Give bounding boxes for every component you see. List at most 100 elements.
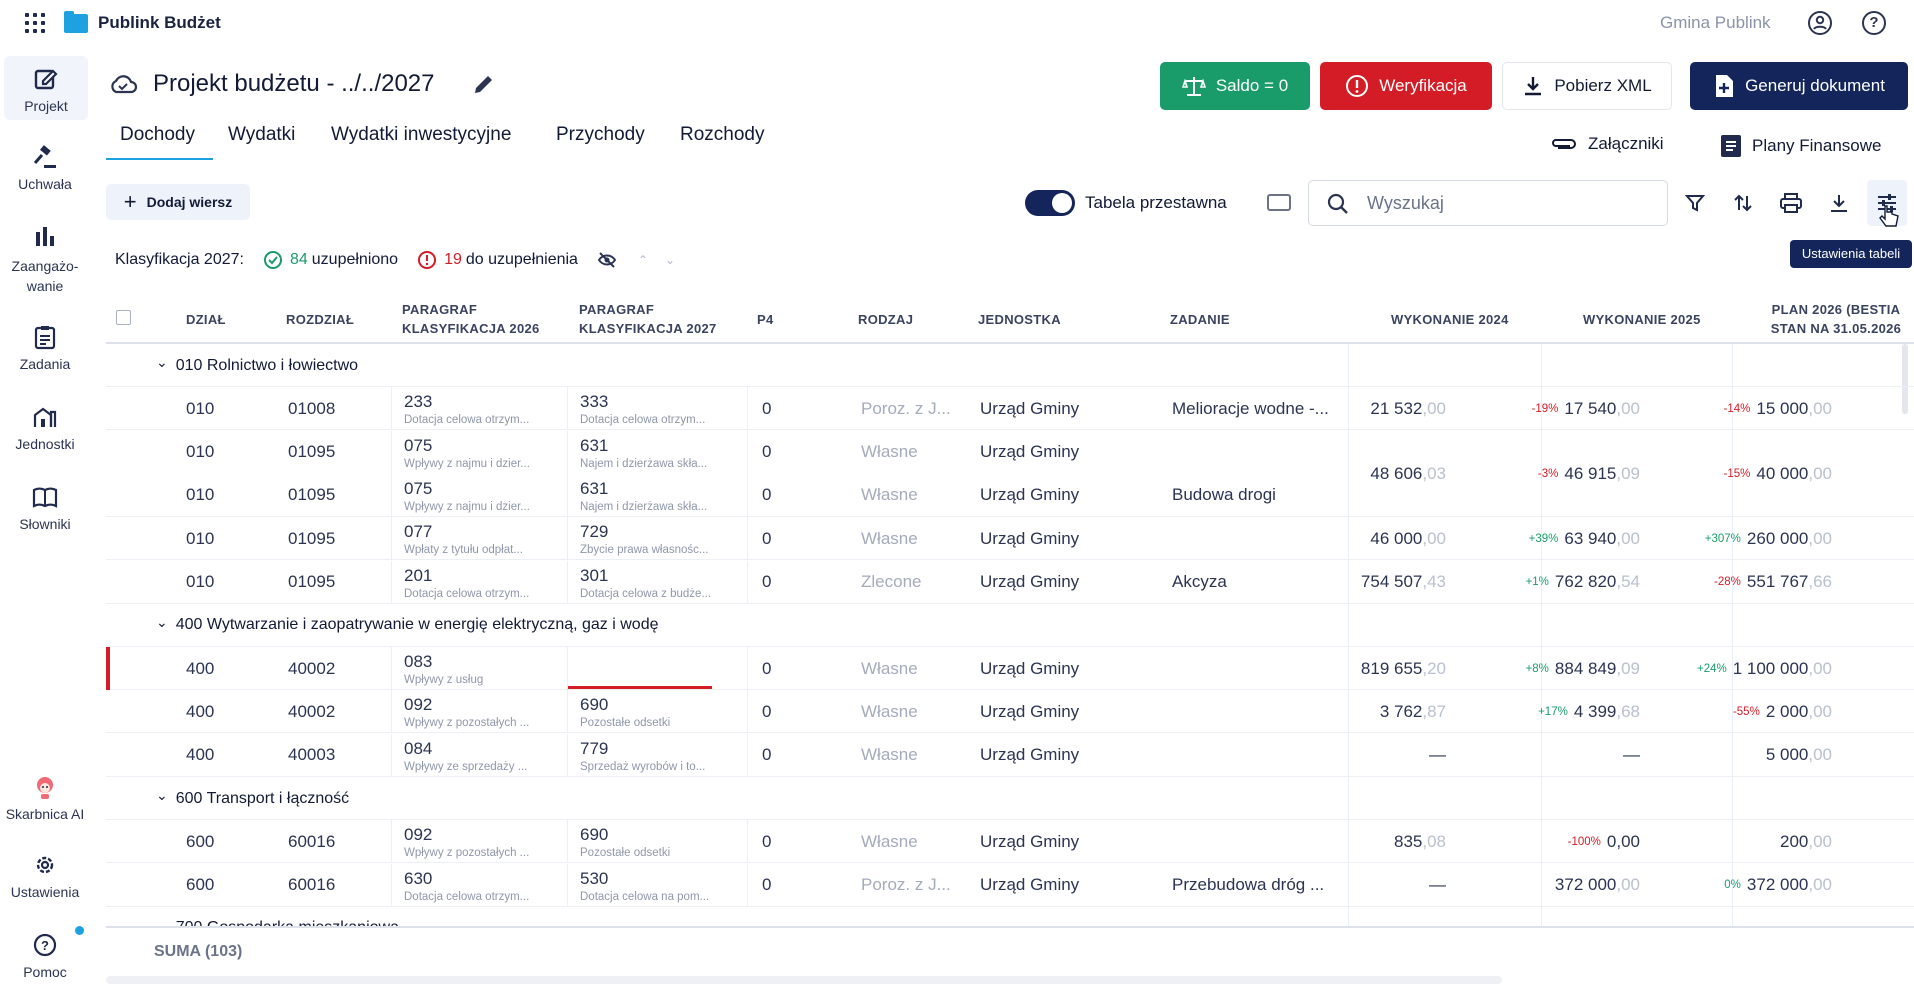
cell-dzial[interactable]: 010: [186, 431, 214, 474]
group-header[interactable]: ⌄ 010 Rolnictwo i łowiectwo: [106, 344, 1914, 387]
pivot-table-toggle[interactable]: [1025, 190, 1075, 216]
cell-jednostka[interactable]: Urząd Gminy: [980, 431, 1079, 474]
cell-paragraf-p26[interactable]: 083 Wpływy z usług: [391, 647, 571, 691]
cell-paragraf-p27[interactable]: 690 Pozostałe odsetki: [567, 820, 747, 864]
sidebar-item-uchwala[interactable]: Uchwała: [0, 144, 90, 192]
cell-paragraf-p27[interactable]: 729 Zbycie prawa własnośc...: [567, 517, 747, 561]
cell-p4[interactable]: 0: [747, 473, 771, 517]
horizontal-scrollbar[interactable]: [106, 976, 1502, 984]
search-input[interactable]: [1367, 191, 1647, 215]
cell-paragraf-p27[interactable]: 779 Sprzedaż wyrobów i to...: [567, 733, 747, 777]
cell-dzial[interactable]: 010: [186, 561, 214, 604]
cell-jednostka[interactable]: Urząd Gminy: [980, 474, 1079, 517]
tab-dochody[interactable]: Dochody: [120, 124, 195, 146]
cell-paragraf-p27[interactable]: 301 Dotacja celowa z budże...: [567, 560, 747, 604]
group-row[interactable]: ⌄ 010 Rolnictwo i łowiectwo: [106, 344, 1914, 387]
cell-zadanie[interactable]: Melioracje wodne -...: [1172, 387, 1329, 430]
cell-rodzaj[interactable]: Własne: [861, 474, 918, 517]
group-row[interactable]: ⌄ 700 Gospodarka mieszkaniowa: [106, 907, 1914, 926]
cell-plan-2026[interactable]: -28% 551 767,66: [1666, 561, 1832, 604]
col-p4[interactable]: P4: [757, 310, 774, 329]
cell-p4[interactable]: 0: [747, 690, 771, 734]
cell-plan-2026[interactable]: 5 000,00: [1666, 734, 1832, 777]
cell-paragraf-p27[interactable]: 333 Dotacja celowa otrzym...: [567, 387, 747, 431]
apps-grid-icon[interactable]: [25, 13, 45, 33]
chevron-up-icon[interactable]: ⌃: [638, 253, 648, 267]
cell-wykonanie-2025[interactable]: +39% 63 940,00: [1476, 517, 1640, 560]
generuj-dokument-button[interactable]: Generuj dokument: [1690, 62, 1908, 110]
cell-paragraf-p27[interactable]: 631 Najem i dzierżawa skła...: [567, 430, 747, 474]
cell-rodzaj[interactable]: Własne: [861, 690, 918, 733]
sidebar-item-pomoc[interactable]: ? Pomoc: [0, 932, 90, 980]
cell-plan-2026[interactable]: +24% 1 100 000,00: [1666, 647, 1832, 690]
table-row[interactable]: 010 01095 201 Dotacja celowa otrzym... 301 Do…: [106, 560, 1914, 604]
cell-wykonanie-2025[interactable]: -19% 17 540,00: [1476, 387, 1641, 430]
cell-rozdzial[interactable]: 60016: [288, 820, 335, 863]
cell-p4[interactable]: 0: [747, 387, 771, 431]
cell-paragraf-p27[interactable]: 631 Najem i dzierżawa skła...: [567, 473, 747, 517]
sort-button[interactable]: [1723, 180, 1763, 226]
tab-przychody[interactable]: Przychody: [556, 124, 645, 146]
cell-jednostka[interactable]: Urząd Gminy: [980, 690, 1079, 733]
cell-paragraf-p26[interactable]: 075 Wpływy z najmu i dzier...: [391, 473, 571, 517]
cell-rozdzial[interactable]: 01095: [288, 431, 335, 474]
cell-paragraf-p26[interactable]: 092 Wpływy z pozostałych ...: [391, 820, 571, 864]
cell-rozdzial[interactable]: 01095: [288, 561, 335, 604]
col-paragraf-2026[interactable]: PARAGRAF KLASYFIKACJA 2026: [402, 300, 550, 338]
cell-plan-2026[interactable]: +307% 260 000,00: [1666, 517, 1832, 560]
cell-zadanie[interactable]: Budowa drogi: [1172, 474, 1276, 517]
cell-paragraf-p27[interactable]: [567, 647, 747, 691]
tab-rozchody[interactable]: Rozchody: [680, 124, 765, 146]
cell-wykonanie-2024[interactable]: 754 507,43: [1350, 561, 1446, 604]
cell-zadanie[interactable]: Akcyza: [1172, 561, 1227, 604]
select-all-checkbox[interactable]: [116, 310, 131, 325]
cell-rozdzial[interactable]: 01095: [288, 474, 335, 517]
cell-wykonanie-2025[interactable]: +1% 762 820,54: [1476, 561, 1640, 604]
cell-rodzaj[interactable]: Własne: [861, 734, 918, 777]
table-row[interactable]: 010 01008 233 Dotacja celowa otrzym... 333 Do…: [106, 387, 1914, 431]
cell-rozdzial[interactable]: 40003: [288, 734, 335, 777]
cell-wykonanie-2025[interactable]: +17% 4 399,68: [1476, 690, 1640, 733]
cell-zadanie[interactable]: Przebudowa dróg ...: [1172, 864, 1324, 907]
cell-wykonanie-2025[interactable]: -100% 0,00: [1476, 820, 1640, 863]
cell-wykonanie-2024[interactable]: —: [1350, 734, 1446, 777]
user-account-icon[interactable]: [1808, 11, 1832, 35]
cell-paragraf-p26[interactable]: 201 Dotacja celowa otrzym...: [391, 560, 571, 604]
cell-wykonanie-2025[interactable]: +8% 884 849,09: [1476, 647, 1640, 690]
col-zadanie[interactable]: ZADANIE: [1170, 310, 1230, 329]
cell-rodzaj[interactable]: Własne: [861, 820, 918, 863]
cell-paragraf-p27[interactable]: 690 Pozostałe odsetki: [567, 690, 747, 734]
sidebar-item-zaangazowanie[interactable]: Zaangażo- wanie: [0, 224, 90, 296]
table-row[interactable]: 600 60016 092 Wpływy z pozostałych ... 690 Po…: [106, 820, 1914, 864]
chevron-down-icon[interactable]: ⌄: [665, 253, 675, 267]
cell-plan-2026[interactable]: 0% 372 000,00: [1666, 864, 1832, 907]
cell-paragraf-p26[interactable]: 077 Wpłaty z tytułu odpłat...: [391, 517, 571, 561]
cell-dzial[interactable]: 010: [186, 474, 214, 517]
sidebar-item-skarbnica-ai[interactable]: Skarbnica AI: [0, 774, 90, 822]
col-dzial[interactable]: DZIAŁ: [186, 310, 226, 329]
group-row[interactable]: ⌄ 400 Wytwarzanie i zaopatrywanie w energ…: [106, 604, 1914, 647]
sidebar-item-slowniki[interactable]: Słowniki: [0, 484, 90, 532]
export-button[interactable]: [1819, 180, 1859, 226]
sidebar-item-ustawienia[interactable]: Ustawienia: [0, 852, 90, 900]
col-wykonanie-2024[interactable]: WYKONANIE 2024: [1391, 310, 1509, 329]
table-row[interactable]: 010 01095 075 Wpływy z najmu i dzier... 631 N…: [106, 430, 1914, 474]
cell-rodzaj[interactable]: Poroz. z J...: [861, 387, 951, 430]
cell-p4[interactable]: 0: [747, 820, 771, 864]
table-row[interactable]: 010 01095 077 Wpłaty z tytułu odpłat... 729 Z…: [106, 517, 1914, 561]
group-header[interactable]: ⌄ 400 Wytwarzanie i zaopatrywanie w energ…: [106, 604, 1914, 647]
add-row-button[interactable]: + Dodaj wiersz: [106, 184, 250, 220]
cell-dzial[interactable]: 600: [186, 864, 214, 907]
print-button[interactable]: [1771, 180, 1811, 226]
cell-wykonanie-2024[interactable]: 21 532,00: [1350, 387, 1446, 430]
cell-rozdzial[interactable]: 40002: [288, 690, 335, 733]
saldo-button[interactable]: Saldo = 0: [1160, 62, 1310, 110]
cell-rodzaj[interactable]: Własne: [861, 647, 918, 690]
cell-jednostka[interactable]: Urząd Gminy: [980, 647, 1079, 690]
sidebar-item-projekt[interactable]: Projekt: [4, 56, 88, 120]
col-rodzaj[interactable]: RODZAJ: [858, 310, 913, 329]
filter-button[interactable]: [1675, 180, 1715, 226]
cell-plan-2026[interactable]: 200,00: [1666, 820, 1832, 863]
cell-rozdzial[interactable]: 01095: [288, 517, 335, 560]
cell-wykonanie-2024[interactable]: 835,08: [1350, 820, 1446, 863]
